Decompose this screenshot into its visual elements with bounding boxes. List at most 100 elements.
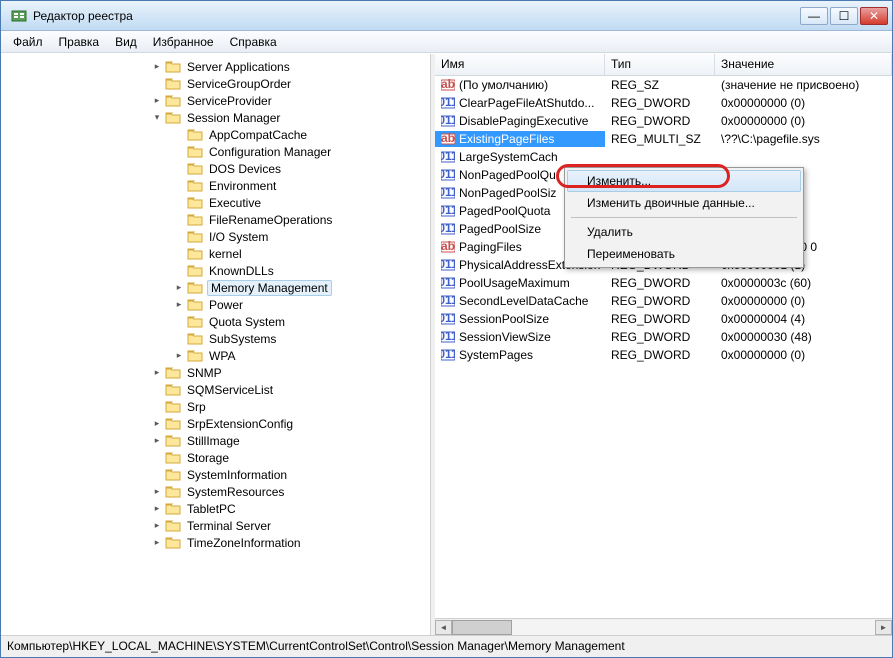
cell-name: 011SystemPages [435,347,605,363]
header-value[interactable]: Значение [715,54,892,75]
tree-node[interactable]: ▾ Session Manager [1,109,430,126]
tree-label: WPA [207,349,237,363]
tree-node[interactable]: I/O System [1,228,430,245]
menu-view[interactable]: Вид [107,33,145,51]
list-body[interactable]: ab(По умолчанию)REG_SZ(значение не присв… [435,76,892,618]
tree-node[interactable]: ServiceGroupOrder [1,75,430,92]
hscroll-track[interactable] [452,620,875,635]
cell-value: 0x00000004 (4) [715,311,892,327]
tree-node[interactable]: ▸SNMP [1,364,430,381]
list-row[interactable]: 011SystemPagesREG_DWORD0x00000000 (0) [435,346,892,364]
cell-type: REG_MULTI_SZ [605,131,715,147]
cell-type: REG_DWORD [605,275,715,291]
list-row[interactable]: 011SessionPoolSizeREG_DWORD0x00000004 (4… [435,310,892,328]
context-item[interactable]: Переименовать [567,243,801,265]
context-item[interactable]: Изменить... [567,170,801,192]
tree-node[interactable]: SystemInformation [1,466,430,483]
tree-label: Configuration Manager [207,145,333,159]
expando-icon[interactable]: ▸ [173,299,185,311]
tree-node[interactable]: AppCompatCache [1,126,430,143]
tree-node[interactable]: Quota System [1,313,430,330]
tree-node[interactable]: FileRenameOperations [1,211,430,228]
header-name[interactable]: Имя [435,54,605,75]
svg-text:011: 011 [441,276,455,289]
tree-pane[interactable]: ▸Server ApplicationsServiceGroupOrder▸Se… [1,54,431,635]
maximize-button[interactable]: ☐ [830,7,858,25]
svg-text:011: 011 [441,294,455,307]
tree-label: Terminal Server [185,519,273,533]
tree-label: Memory Management [207,280,332,296]
expando-icon[interactable]: ▸ [151,503,163,515]
expando-icon[interactable]: ▸ [151,520,163,532]
cell-name: 011DisablePagingExecutive [435,113,605,129]
tree-node[interactable]: Configuration Manager [1,143,430,160]
list-row[interactable]: abExistingPageFilesREG_MULTI_SZ\??\C:\pa… [435,130,892,148]
tree-node[interactable]: Srp [1,398,430,415]
expando-icon[interactable]: ▸ [151,95,163,107]
list-row[interactable]: 011PoolUsageMaximumREG_DWORD0x0000003c (… [435,274,892,292]
list-row[interactable]: 011SecondLevelDataCacheREG_DWORD0x000000… [435,292,892,310]
tree-node[interactable]: kernel [1,245,430,262]
tree-node[interactable]: ▸Server Applications [1,58,430,75]
menu-help[interactable]: Справка [222,33,285,51]
list-row[interactable]: ab(По умолчанию)REG_SZ(значение не присв… [435,76,892,94]
tree-node[interactable]: SubSystems [1,330,430,347]
tree-node[interactable]: ▸SystemResources [1,483,430,500]
list-row[interactable]: 011DisablePagingExecutiveREG_DWORD0x0000… [435,112,892,130]
tree-node[interactable]: ▸ Memory Management [1,279,430,296]
expando-icon[interactable]: ▸ [151,486,163,498]
menu-file[interactable]: Файл [5,33,51,51]
context-item[interactable]: Изменить двоичные данные... [567,192,801,214]
menu-edit[interactable]: Правка [51,33,108,51]
tree-node[interactable]: ▸StillImage [1,432,430,449]
expando-icon[interactable]: ▸ [151,367,163,379]
tree-node[interactable]: SQMServiceList [1,381,430,398]
cell-value: 0x00000030 (48) [715,329,892,345]
tree-label: TabletPC [185,502,238,516]
header-type[interactable]: Тип [605,54,715,75]
expando-icon[interactable]: ▸ [151,435,163,447]
svg-text:ab: ab [441,132,455,145]
expando-icon[interactable]: ▸ [151,537,163,549]
list-row[interactable]: 011SessionViewSizeREG_DWORD0x00000030 (4… [435,328,892,346]
tree-node[interactable]: DOS Devices [1,160,430,177]
menu-favorites[interactable]: Избранное [145,33,222,51]
tree-node[interactable]: ▸ WPA [1,347,430,364]
cell-type: REG_DWORD [605,311,715,327]
tree-node[interactable]: ▸ TabletPC [1,500,430,517]
minimize-button[interactable]: — [800,7,828,25]
tree-label: AppCompatCache [207,128,309,142]
hscroll-left-button[interactable]: ◄ [435,620,452,635]
expando-icon[interactable]: ▾ [151,112,163,124]
hscrollbar[interactable]: ◄ ► [435,618,892,635]
svg-text:011: 011 [441,150,455,163]
tree-node[interactable]: ▸Power [1,296,430,313]
cell-type: REG_DWORD [605,95,715,111]
tree-node[interactable]: ▸ServiceProvider [1,92,430,109]
titlebar[interactable]: Редактор реестра — ☐ ✕ [1,1,892,31]
cell-name: abExistingPageFiles [435,131,605,147]
tree-node[interactable]: ▸TimeZoneInformation [1,534,430,551]
hscroll-thumb[interactable] [452,620,512,635]
hscroll-right-button[interactable]: ► [875,620,892,635]
tree-label: DOS Devices [207,162,283,176]
expando-icon[interactable]: ▸ [173,282,185,294]
window-controls: — ☐ ✕ [800,7,888,25]
tree-node[interactable]: Storage [1,449,430,466]
expando-icon[interactable]: ▸ [151,418,163,430]
context-item[interactable]: Удалить [567,221,801,243]
cell-type: REG_DWORD [605,293,715,309]
tree-label: Session Manager [185,111,282,125]
tree-node[interactable]: ▸ Terminal Server [1,517,430,534]
tree-label: kernel [207,247,244,261]
expando-icon[interactable]: ▸ [173,350,185,362]
close-button[interactable]: ✕ [860,7,888,25]
tree-node[interactable]: KnownDLLs [1,262,430,279]
tree-node[interactable]: ▸SrpExtensionConfig [1,415,430,432]
cell-name: ab(По умолчанию) [435,77,605,93]
list-row[interactable]: 011ClearPageFileAtShutdo...REG_DWORD0x00… [435,94,892,112]
tree-node[interactable]: Executive [1,194,430,211]
expando-icon[interactable]: ▸ [151,61,163,73]
tree-node[interactable]: Environment [1,177,430,194]
list-row[interactable]: 011LargeSystemCach [435,148,892,166]
